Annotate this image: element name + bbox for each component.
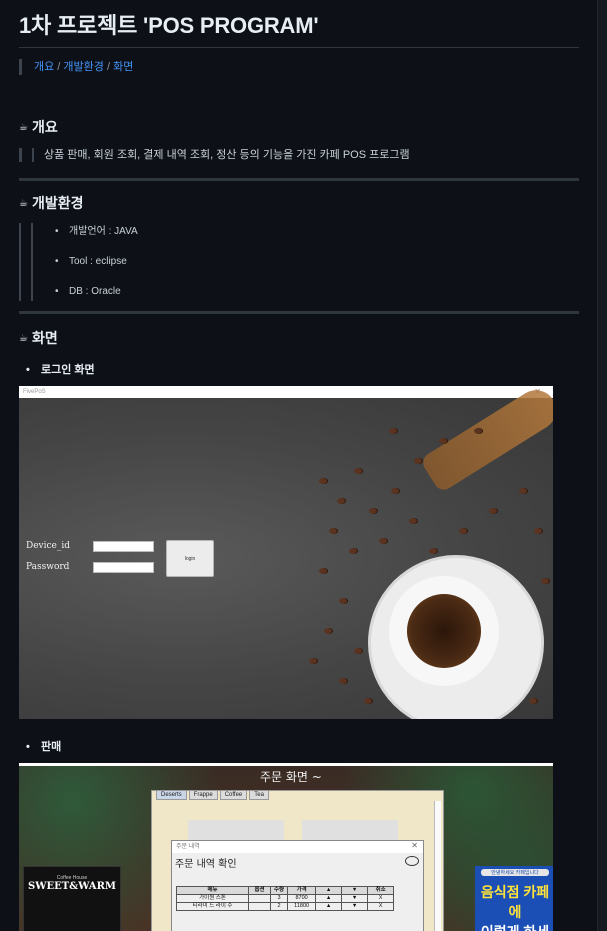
dialog-title: 주문 내역 확인 [175, 859, 237, 870]
coffee-bean-image [337, 498, 346, 504]
tab-tea: Tea [249, 790, 269, 800]
coffee-bean-image [474, 428, 483, 434]
section-screens-label: 화면 [31, 330, 58, 346]
coffee-bean-image [364, 698, 373, 704]
section-overview-heading: ☕ 개요 [19, 117, 579, 137]
table-header: 메뉴 [176, 886, 249, 895]
coffee-bean-image [379, 538, 388, 544]
coffee-bean-image [409, 518, 418, 524]
coffee-bean-image [354, 468, 363, 474]
environment-quote: 개발언어 : JAVA Tool : eclipse DB : Oracle [19, 223, 579, 301]
coffee-cup-icon: ☕ [19, 197, 28, 209]
password-label: Password [26, 562, 70, 572]
coffee-bean-image [329, 528, 338, 534]
table-header: ▲ [315, 886, 343, 895]
coffee-bean-image [339, 598, 348, 604]
table-row: 티라미 드 라이 수 2 11800 ▲ ▼ X [176, 902, 395, 911]
table-header: 가격 [287, 886, 317, 895]
close-icon: ✕ [411, 841, 418, 850]
login-background: Device_id Password login [19, 386, 553, 719]
dialog-titlebar: 주문 내역 [172, 841, 423, 853]
coffee-bean-image [369, 508, 378, 514]
tab-frappe: Frappe [188, 790, 218, 800]
breadcrumb-link-overview[interactable]: 개요 [34, 61, 54, 73]
table-header: 수량 [269, 886, 289, 895]
coffee-cup-icon: ☕ [19, 121, 28, 133]
login-screenshot: FivePoS ✕ [19, 386, 553, 719]
table-row: 가이원 스톤 3 8700 ▲ ▼ X [176, 894, 395, 903]
table-header: 취소 [367, 886, 395, 895]
coffee-cup-icon: ☕ [19, 332, 28, 344]
list-item: Tool : eclipse [55, 253, 579, 283]
coffee-bean-image [459, 528, 468, 534]
coffee-bean-image [391, 488, 400, 494]
sale-screen-title: 판매 [19, 739, 579, 755]
order-screen-header: 주문 화면 ~ [260, 770, 322, 784]
coffee-bean-image [309, 658, 318, 664]
coffee-bean-image [389, 428, 398, 434]
coffee-bean-image [349, 548, 358, 554]
device-id-field [93, 541, 154, 552]
coffee-bean-image [439, 438, 448, 444]
order-dialog: 주문 내역 ✕ 주문 내역 확인 ˘ ˘ 메뉴 옵션 수량 가격 ▲ ▼ 취소 [171, 840, 424, 931]
section-environment-heading: ☕ 개발환경 [19, 193, 579, 213]
readme-content: 1차 프로젝트 'POS PROGRAM' 개요 / 개발환경 / 화면 ☕ 개… [19, 0, 579, 931]
login-window-title: FivePoS [23, 389, 46, 395]
login-button: login [166, 540, 214, 577]
login-screen-title: 로그인 화면 [19, 362, 579, 378]
coffee-bean-image [324, 628, 333, 634]
face-icon: ˘ ˘ [405, 856, 419, 866]
section-overview-label: 개요 [31, 119, 58, 135]
table-header: 옵션 [248, 886, 271, 895]
menu-tabs: Deserts Frappe Coffee Tea [156, 790, 269, 800]
breadcrumb-separator: / [103, 61, 114, 73]
overview-quote: 상품 판매, 회원 조회, 결제 내역 조회, 정산 등의 기능을 가진 카페 … [19, 148, 579, 162]
page-title: 1차 프로젝트 'POS PROGRAM' [19, 8, 579, 48]
list-item: 개발언어 : JAVA [55, 223, 579, 253]
list-item: DB : Oracle [55, 283, 579, 313]
coffee-bean-image [519, 488, 528, 494]
coffee-bean-image [429, 548, 438, 554]
sweet-warm-poster: Coffee House SWEET&WARM [23, 866, 121, 931]
coffee-bean-image [319, 478, 328, 484]
order-table: 메뉴 옵션 수량 가격 ▲ ▼ 취소 가이원 스톤 3 8700 ▲ ▼ X 티… [176, 886, 395, 911]
login-window-titlebar: FivePoS ✕ [19, 386, 553, 398]
overview-text: 상품 판매, 회원 조회, 결제 내역 조회, 정산 등의 기능을 가진 카페 … [32, 148, 410, 162]
coffee-cup-image [371, 558, 541, 719]
coffee-bean-image [489, 508, 498, 514]
coffee-bean-image [534, 528, 543, 534]
coffee-bean-image [339, 678, 348, 684]
breadcrumb-link-environment[interactable]: 개발환경 [63, 61, 103, 73]
menu-scrollbar [434, 801, 441, 931]
section-screens-heading: ☕ 화면 [19, 328, 579, 348]
coffee-bean-image [414, 458, 423, 464]
table-header: ▼ [341, 886, 369, 895]
tab-coffee: Coffee [219, 790, 248, 800]
page-scrollbar[interactable] [597, 0, 607, 931]
cafe-poster: 안녕하세요 카페입니다 음식점 카페 에 이렇게 하세요 [475, 866, 553, 931]
coffee-bean-image [354, 648, 363, 654]
sale-screenshot: 주문 화면 ~ Coffee House SWEET&WARM 안녕하세요 카페… [19, 763, 553, 931]
coffee-bean-image [541, 578, 550, 584]
section-divider [19, 178, 579, 181]
coffee-bean-image [319, 568, 328, 574]
section-environment-label: 개발환경 [31, 195, 84, 211]
tab-deserts: Deserts [156, 790, 187, 800]
breadcrumb-link-screens[interactable]: 화면 [113, 61, 133, 73]
environment-list: 개발언어 : JAVA Tool : eclipse DB : Oracle [55, 223, 579, 313]
password-field [93, 562, 154, 573]
breadcrumb: 개요 / 개발환경 / 화면 [19, 59, 579, 75]
device-id-label: Device_id [26, 541, 71, 551]
coffee-bean-image [529, 698, 538, 704]
